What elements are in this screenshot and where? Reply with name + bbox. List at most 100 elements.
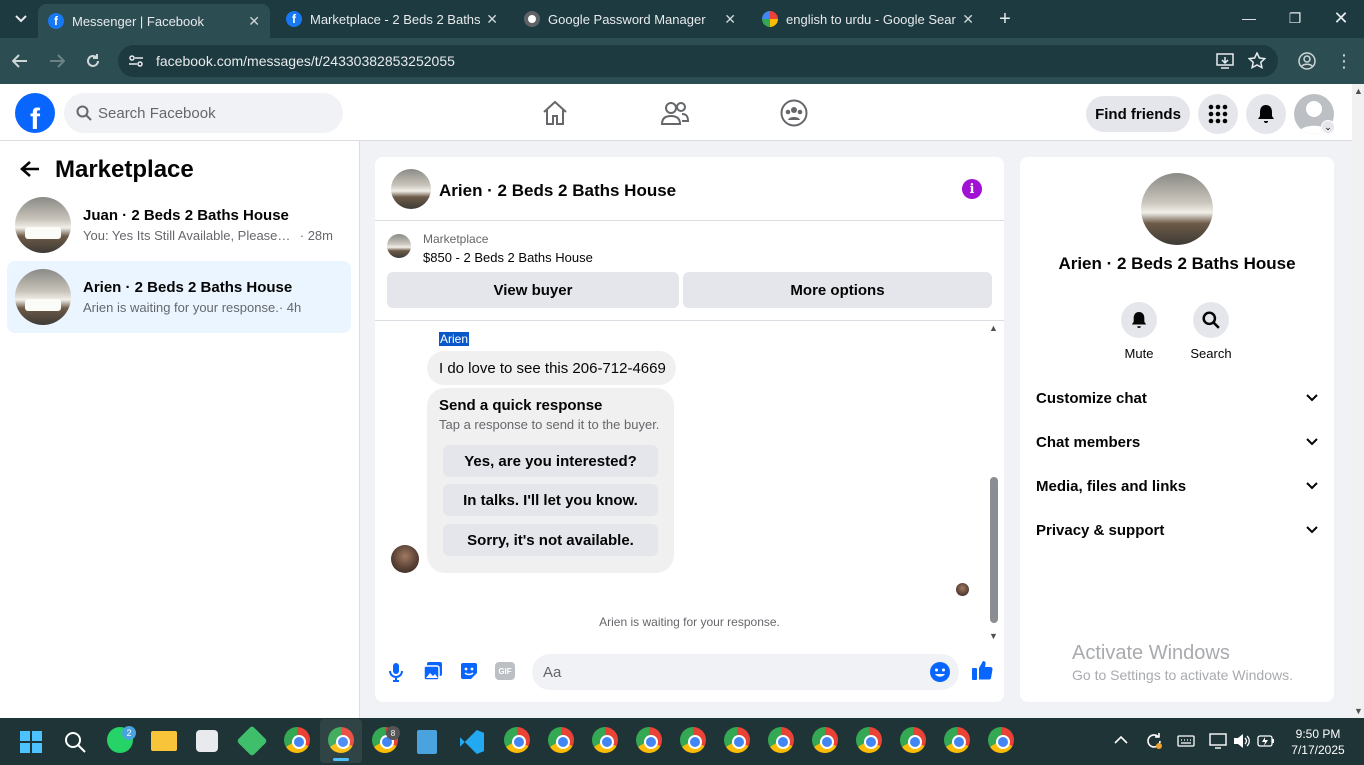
file-explorer-icon[interactable] (151, 731, 177, 751)
chrome-icon[interactable] (548, 727, 574, 753)
new-tab-button[interactable]: + (990, 0, 1020, 38)
minimize-button[interactable]: — (1226, 0, 1272, 36)
quick-response-sorry[interactable]: Sorry, it's not available. (443, 524, 658, 556)
scroll-down-arrow[interactable]: ▼ (989, 631, 998, 641)
chrome-icon[interactable] (944, 727, 970, 753)
profile-button[interactable] (1293, 48, 1321, 74)
grid-menu-icon (1208, 104, 1228, 124)
chat-members-row[interactable]: Chat members (1036, 431, 1318, 453)
scroll-down-arrow[interactable]: ▼ (1354, 706, 1363, 716)
info-icon[interactable]: i (962, 179, 982, 199)
volume-icon[interactable] (1233, 733, 1251, 749)
bell-icon (1131, 312, 1147, 328)
install-app-icon[interactable] (1216, 53, 1234, 69)
sync-icon[interactable] (1145, 732, 1163, 750)
gif-button[interactable]: GIF (495, 662, 515, 680)
keyboard-icon[interactable] (1177, 735, 1195, 747)
message-input[interactable]: Aa (532, 654, 959, 690)
media-files-links-row[interactable]: Media, files and links (1036, 475, 1318, 497)
chrome-icon[interactable] (856, 727, 882, 753)
photo-icon[interactable] (423, 661, 443, 681)
tab-messenger[interactable]: f Messenger | Facebook ✕ (38, 4, 270, 38)
message-composer: GIF Aa (375, 647, 1004, 702)
home-nav-button[interactable] (540, 98, 570, 128)
close-tab-icon[interactable]: ✕ (248, 13, 260, 30)
quick-response-in-talks[interactable]: In talks. I'll let you know. (443, 484, 658, 516)
facebook-logo[interactable]: f (15, 93, 55, 133)
search-in-chat-button[interactable]: Search (1181, 302, 1241, 361)
mute-button[interactable]: Mute (1109, 302, 1169, 361)
tab-password-manager[interactable]: Google Password Manager ✕ (514, 0, 746, 38)
message-bubble[interactable]: I do love to see this 206-712-4669 (427, 351, 676, 385)
chrome-icon[interactable] (768, 727, 794, 753)
close-tab-icon[interactable]: ✕ (486, 11, 498, 28)
friends-nav-button[interactable] (660, 98, 690, 128)
scroll-up-arrow[interactable]: ▲ (1354, 86, 1363, 96)
tab-search-button[interactable] (8, 0, 34, 38)
chrome-icon[interactable] (724, 727, 750, 753)
bookmark-star-icon[interactable] (1248, 52, 1266, 70)
chrome-icon[interactable] (636, 727, 662, 753)
view-buyer-button[interactable]: View buyer (387, 272, 679, 308)
listing-photo[interactable] (1141, 173, 1213, 245)
start-icon[interactable] (20, 731, 42, 753)
tab-title: english to urdu - Google Search (786, 11, 957, 27)
maximize-button[interactable]: ❐ (1272, 0, 1318, 36)
quick-response-yes[interactable]: Yes, are you interested? (443, 445, 658, 477)
chrome-icon[interactable] (680, 727, 706, 753)
quick-response-subtitle: Tap a response to send it to the buyer. (439, 417, 660, 432)
tab-marketplace[interactable]: f Marketplace - 2 Beds 2 Baths H ✕ (276, 0, 508, 38)
conversation-item-selected[interactable]: Arien · 2 Beds 2 Baths House Arien is wa… (7, 261, 351, 333)
battery-icon[interactable] (1257, 734, 1275, 748)
conversation-preview: Arien is waiting for your response. (83, 300, 279, 315)
sticker-icon[interactable] (459, 661, 479, 681)
listing-price[interactable]: $850 - 2 Beds 2 Baths House (423, 250, 593, 265)
chat-title[interactable]: Arien · 2 Beds 2 Baths House (439, 181, 676, 201)
system-clock[interactable]: 9:50 PM 7/17/2025 (1283, 726, 1353, 758)
site-settings-icon[interactable] (128, 53, 144, 69)
notifications-button[interactable] (1246, 94, 1286, 134)
chevron-up-icon[interactable] (1114, 735, 1128, 745)
chrome-icon[interactable] (988, 727, 1014, 753)
chrome-icon[interactable] (284, 727, 310, 753)
chrome-icon[interactable] (504, 727, 530, 753)
scrollbar-thumb[interactable] (990, 477, 998, 623)
close-tab-icon[interactable]: ✕ (724, 11, 736, 28)
notepad-icon[interactable] (417, 730, 437, 754)
find-friends-button[interactable]: Find friends (1086, 96, 1190, 132)
conversation-item[interactable]: Juan · 2 Beds 2 Baths House You: Yes Its… (7, 189, 351, 261)
search-icon[interactable] (64, 731, 86, 753)
chrome-icon[interactable] (592, 727, 618, 753)
browser-tab-bar: f Messenger | Facebook ✕ f Marketplace -… (0, 0, 1364, 38)
find-friends-label: Find friends (1095, 105, 1181, 123)
groups-nav-button[interactable] (779, 98, 809, 128)
scroll-up-arrow[interactable]: ▲ (989, 323, 998, 333)
tab-google-search[interactable]: english to urdu - Google Search ✕ (752, 0, 984, 38)
url-field[interactable]: facebook.com/messages/t/2433038285325205… (118, 45, 1278, 77)
close-window-button[interactable]: ✕ (1318, 0, 1364, 36)
store-icon[interactable] (196, 730, 218, 752)
close-tab-icon[interactable]: ✕ (962, 11, 974, 28)
forward-button[interactable] (43, 48, 71, 74)
back-arrow-button[interactable] (20, 158, 40, 184)
chrome-icon[interactable] (900, 727, 926, 753)
microphone-icon[interactable] (389, 662, 403, 682)
customize-chat-row[interactable]: Customize chat (1036, 387, 1318, 409)
chat-details-panel: Arien · 2 Beds 2 Baths House Mute Search… (1020, 157, 1334, 702)
chrome-icon[interactable] (812, 727, 838, 753)
back-button[interactable] (6, 48, 34, 74)
emoji-icon[interactable] (929, 661, 951, 683)
search-input[interactable]: Search Facebook (64, 93, 343, 133)
sender-avatar[interactable] (391, 545, 419, 573)
menu-button[interactable] (1198, 94, 1238, 134)
privacy-support-row[interactable]: Privacy & support (1036, 519, 1318, 541)
more-options-button[interactable]: More options (683, 272, 992, 308)
seen-receipt-avatar (956, 583, 969, 596)
reload-button[interactable] (79, 48, 107, 74)
browser-menu-button[interactable]: ⋮ (1330, 48, 1358, 74)
page-scrollbar[interactable]: ▲ ▼ (1352, 84, 1364, 718)
account-chevron-icon[interactable]: ⌄ (1321, 120, 1335, 134)
listing-thumbnail[interactable] (391, 169, 431, 209)
thumbs-up-icon[interactable] (971, 659, 993, 681)
display-icon[interactable] (1209, 732, 1227, 750)
